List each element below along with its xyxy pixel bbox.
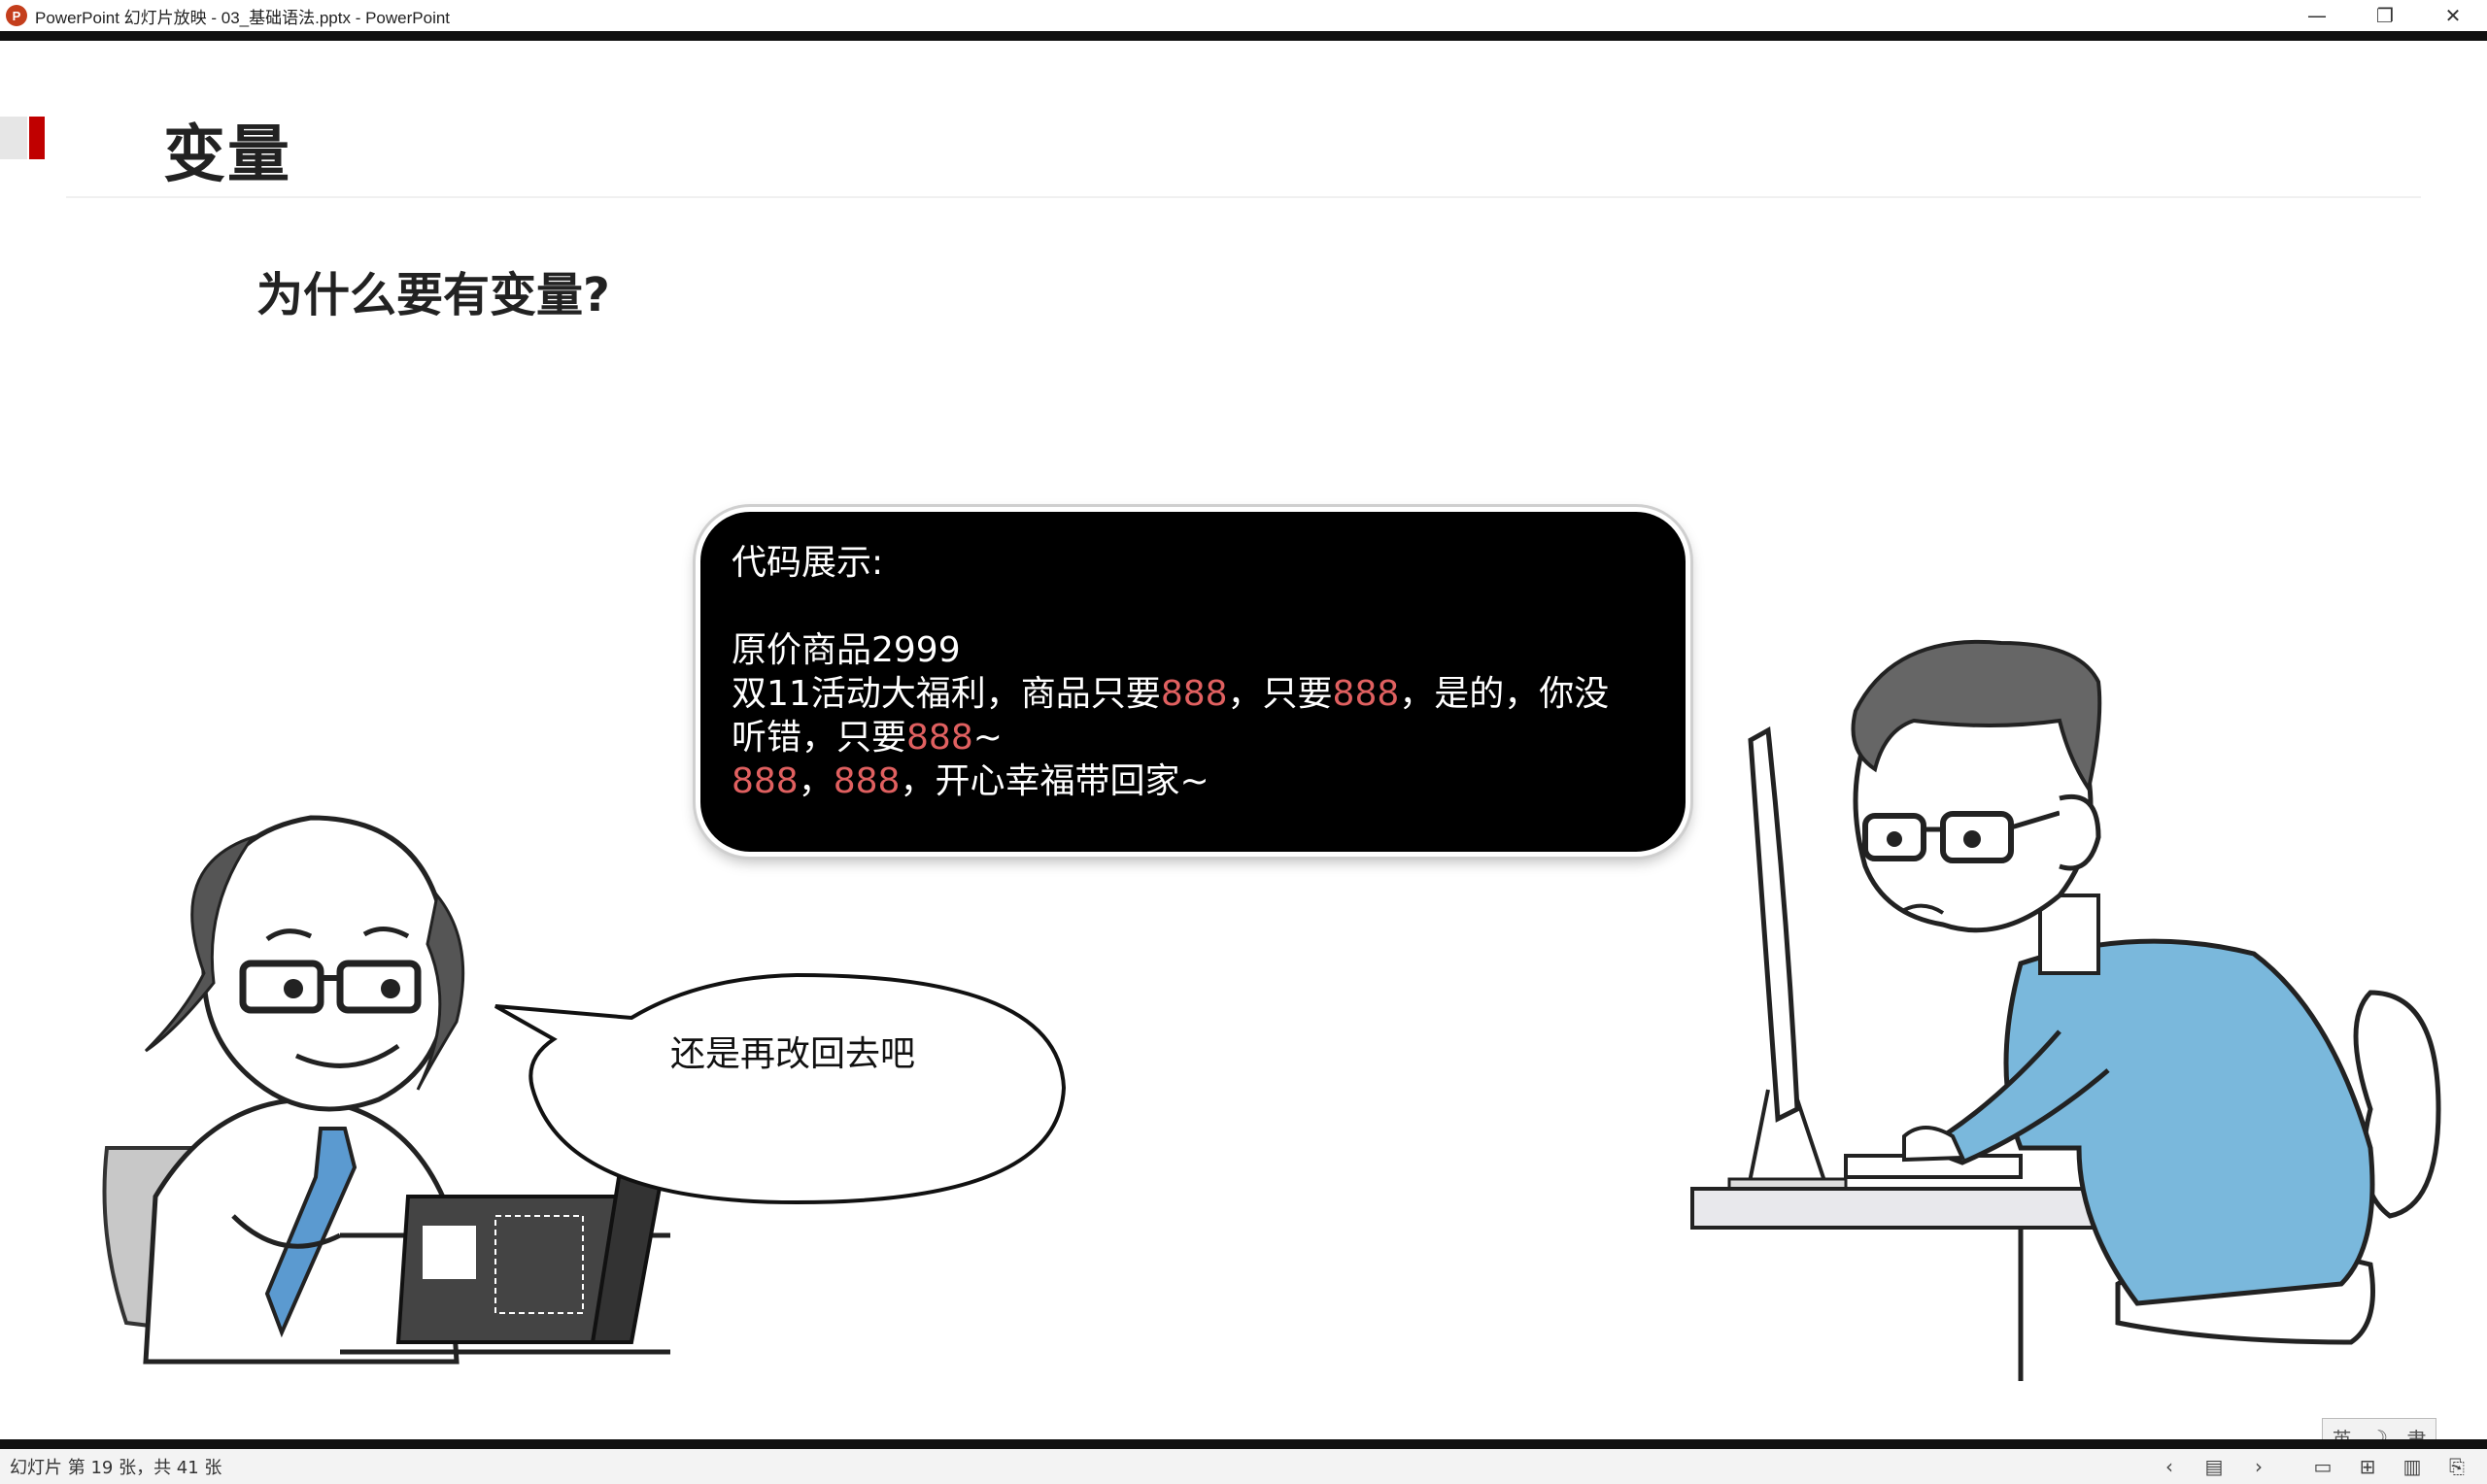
code-heading: 代码展示:: [732, 543, 884, 583]
reading-view-icon: ▥: [2402, 1455, 2422, 1478]
restore-icon: ❐: [2376, 4, 2394, 27]
close-button[interactable]: ✕: [2419, 0, 2487, 31]
powerpoint-icon: P: [6, 5, 27, 26]
status-divider: [0, 1439, 2487, 1449]
code-text: ，: [798, 761, 834, 801]
window-title: PowerPoint 幻灯片放映 - 03_基础语法.pptx - PowerP…: [35, 8, 451, 27]
slideshow-view-button[interactable]: ⎘: [2435, 1449, 2479, 1484]
previous-slide-button[interactable]: ‹: [2147, 1449, 2192, 1484]
slideshow-menu-button[interactable]: ▤: [2192, 1449, 2236, 1484]
statusbar-controls: ‹ ▤ › ▭ ⊞ ▥ ⎘: [2147, 1449, 2479, 1484]
normal-view-icon: ▭: [2313, 1455, 2333, 1478]
minimize-icon: —: [2307, 4, 2327, 27]
title-accent-grey: [0, 117, 27, 159]
speech-bubble-text: 还是再改回去吧: [670, 1034, 916, 1074]
programmer-character-illustration: [1690, 639, 2441, 1381]
code-text: ，是的，你没: [1399, 674, 1610, 714]
code-text: ，开心幸福带回家~: [900, 761, 1209, 801]
close-icon: ✕: [2444, 4, 2462, 27]
slide-sorter-button[interactable]: ⊞: [2345, 1449, 2390, 1484]
slideshow-icon: ⎘: [2449, 1455, 2465, 1478]
code-text: 双11活动大福利，商品只要: [732, 674, 1161, 714]
code-line-3: 听错，只要888~: [732, 716, 1654, 759]
code-text: ~: [972, 718, 1003, 758]
top-divider: [0, 31, 2487, 41]
window-titlebar: P PowerPoint 幻灯片放映 - 03_基础语法.pptx - Powe…: [0, 0, 2487, 31]
price-highlight: 888: [1160, 674, 1228, 714]
minimize-button[interactable]: —: [2283, 0, 2351, 31]
slide-subtitle: 为什么要有变量?: [256, 268, 610, 322]
code-line-2: 双11活动大福利，商品只要888，只要888，是的，你没: [732, 672, 1654, 716]
chevron-right-icon: ›: [2255, 1455, 2263, 1478]
code-line-1: 原价商品2999: [732, 630, 961, 670]
menu-icon: ▤: [2204, 1455, 2224, 1478]
slide-counter: 幻灯片 第 19 张，共 41 张: [10, 1458, 222, 1478]
slide-sorter-icon: ⊞: [2359, 1455, 2376, 1478]
code-text: 听错，只要: [732, 718, 907, 758]
title-divider: [66, 196, 2421, 198]
title-accent-red: [29, 117, 45, 159]
price-highlight: 888: [732, 761, 799, 801]
window-controls: — ❐ ✕: [2283, 0, 2487, 31]
price-highlight: 888: [906, 718, 973, 758]
chevron-left-icon: ‹: [2165, 1455, 2173, 1478]
reading-view-button[interactable]: ▥: [2390, 1449, 2435, 1484]
price-highlight: 888: [1332, 674, 1400, 714]
restore-button[interactable]: ❐: [2351, 0, 2419, 31]
slideshow-statusbar: 幻灯片 第 19 张，共 41 张 ‹ ▤ › ▭ ⊞ ▥ ⎘: [0, 1449, 2487, 1484]
slide-title: 变量: [163, 119, 291, 191]
price-highlight: 888: [833, 761, 901, 801]
code-display-bubble: 代码展示: 原价商品2999 双11活动大福利，商品只要888，只要888，是的…: [696, 507, 1690, 857]
next-slide-button[interactable]: ›: [2236, 1449, 2281, 1484]
code-line-4: 888，888，开心幸福带回家~: [732, 759, 1654, 803]
normal-view-button[interactable]: ▭: [2300, 1449, 2345, 1484]
code-text: ，只要: [1227, 674, 1333, 714]
slide-canvas[interactable]: 变量 为什么要有变量? 代码展示: 原价商品2999 双11活动大福利，商品只要…: [0, 41, 2487, 1449]
